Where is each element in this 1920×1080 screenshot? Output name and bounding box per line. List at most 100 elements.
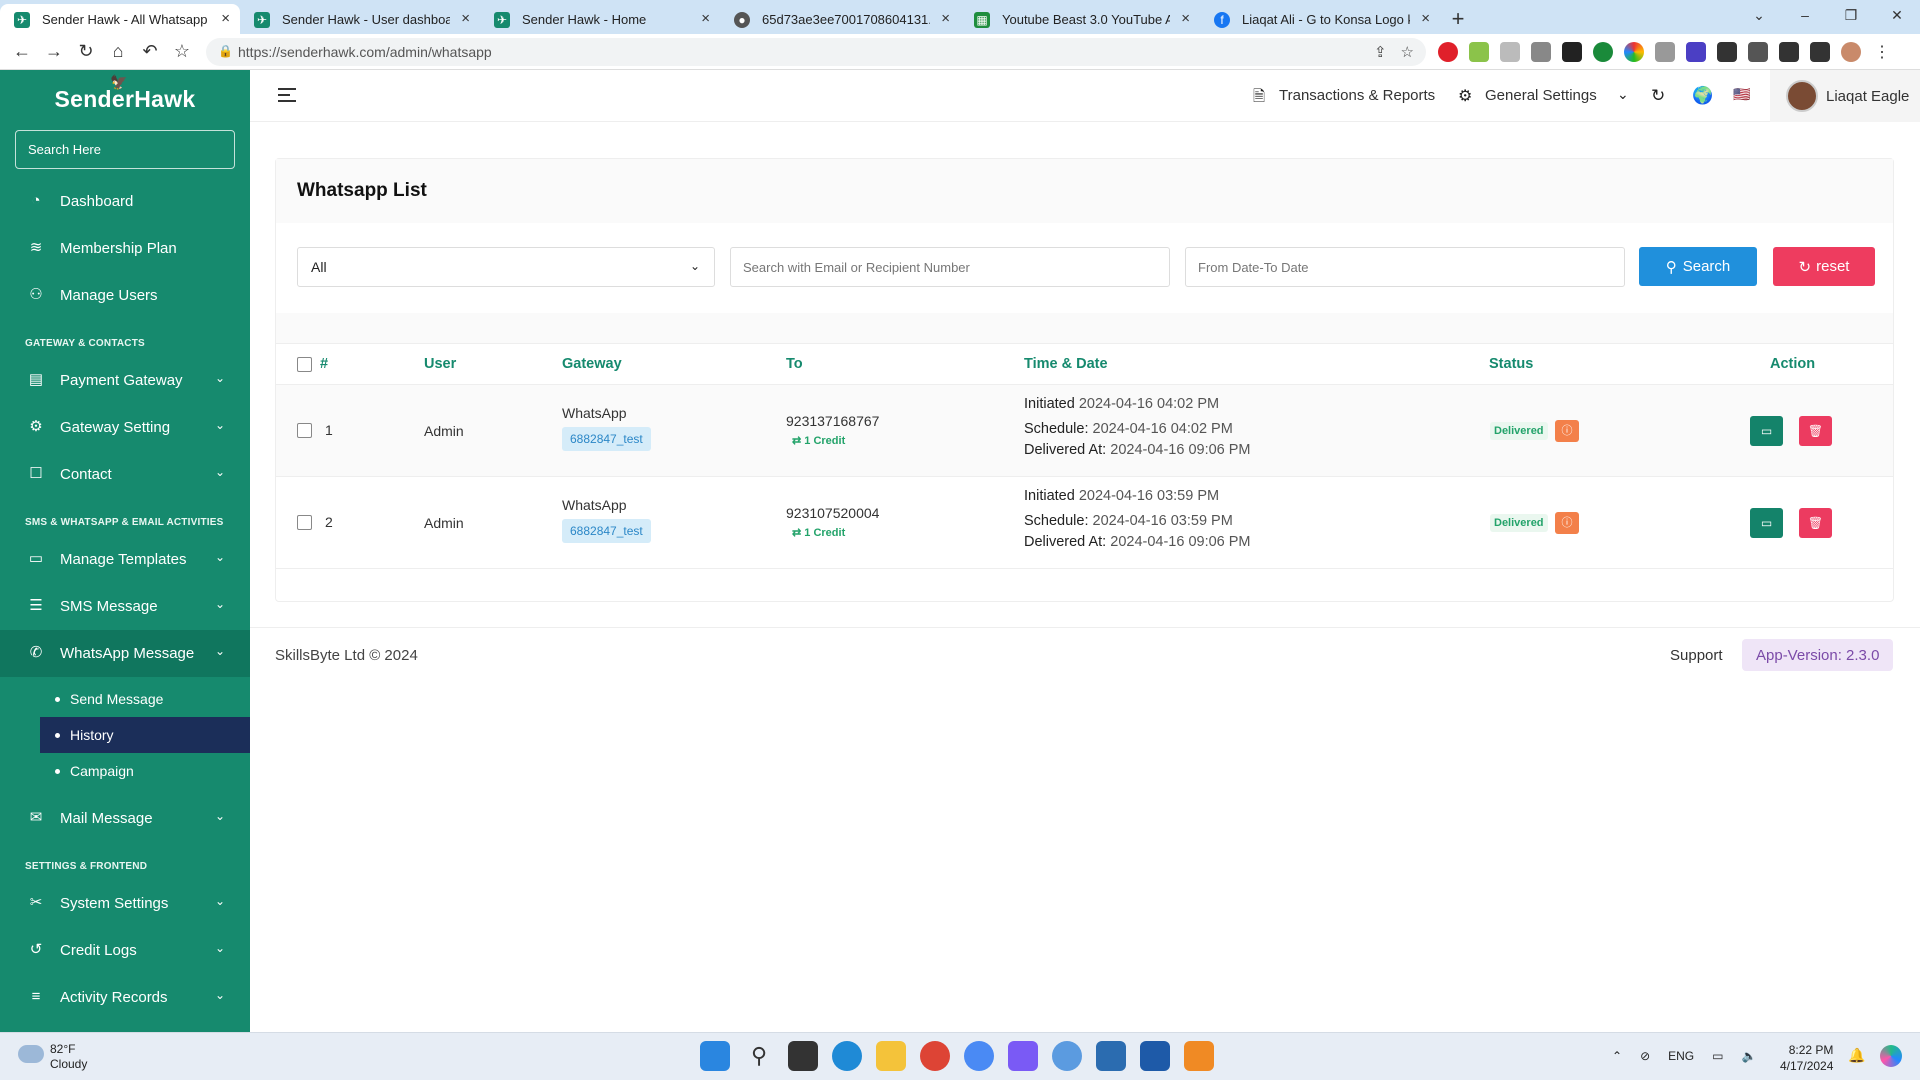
- back-icon[interactable]: ←: [6, 41, 38, 62]
- reload-icon[interactable]: ↻: [70, 41, 102, 62]
- browser-tab[interactable]: ✈ Sender Hawk - User dashboard ×: [240, 4, 480, 34]
- sidebar-item-membership-plan[interactable]: ≋ Membership Plan: [0, 225, 250, 272]
- info-icon[interactable]: ⓘ: [1555, 420, 1579, 442]
- chrome-profile-icon[interactable]: [1052, 1041, 1082, 1071]
- sidebar-item-whatsapp-message[interactable]: ✆ WhatsApp Message ⌄: [0, 630, 250, 677]
- us-flag-icon[interactable]: 🇺🇸: [1733, 86, 1750, 103]
- extension-icon[interactable]: [1562, 42, 1582, 62]
- support-link[interactable]: Support: [1670, 647, 1723, 664]
- color-icon[interactable]: [1624, 42, 1644, 62]
- close-window-icon[interactable]: ✕: [1874, 0, 1920, 34]
- share-icon[interactable]: ⇪: [1374, 43, 1387, 61]
- browser-tab[interactable]: f Liaqat Ali - G to Konsa Logo krai ×: [1200, 4, 1440, 34]
- logo[interactable]: 🦅 SenderHawk: [0, 70, 250, 128]
- browser-tab[interactable]: ✈ Sender Hawk - All Whatsapp Me ×: [0, 4, 240, 34]
- close-icon[interactable]: ×: [701, 10, 710, 27]
- chevron-down-icon[interactable]: ⌄: [1617, 86, 1629, 103]
- speaker-icon[interactable]: 🔈: [1741, 1049, 1756, 1063]
- sidebar-item-sms-message[interactable]: ☰ SMS Message ⌄: [0, 583, 250, 630]
- grammarly-icon[interactable]: [1593, 42, 1613, 62]
- sidebar-item-dashboard[interactable]: ◔ Dashboard: [0, 178, 250, 225]
- sidebar-item-credit-logs[interactable]: ↺ Credit Logs ⌄: [0, 927, 250, 974]
- windows-start-icon[interactable]: [700, 1041, 730, 1071]
- forward-icon[interactable]: →: [38, 41, 70, 62]
- date-range-input[interactable]: From Date-To Date: [1185, 247, 1625, 287]
- row-checkbox[interactable]: [297, 515, 312, 530]
- sidebar-item-system-settings[interactable]: ✂ System Settings ⌄: [0, 880, 250, 927]
- menu-icon[interactable]: ⋮: [1872, 42, 1892, 62]
- task-view-icon[interactable]: [788, 1041, 818, 1071]
- delete-button[interactable]: 🗑: [1799, 416, 1832, 446]
- sidebar-item-manage-templates[interactable]: ▭ Manage Templates ⌄: [0, 536, 250, 583]
- browser-tab[interactable]: ● 65d73ae3ee7001708604131.png ×: [720, 4, 960, 34]
- extension-icon[interactable]: [1469, 42, 1489, 62]
- close-icon[interactable]: ×: [221, 10, 230, 27]
- sidebar-item-contact[interactable]: ☐ Contact ⌄: [0, 451, 250, 498]
- weather-widget[interactable]: 82°F Cloudy: [50, 1042, 87, 1072]
- recorder-icon[interactable]: [1184, 1041, 1214, 1071]
- user-profile[interactable]: Liaqat Eagle: [1770, 70, 1920, 122]
- extension-icon[interactable]: [1500, 42, 1520, 62]
- url-bar[interactable]: 🔒 https://senderhawk.com/admin/whatsapp …: [206, 38, 1426, 66]
- extension-icon[interactable]: [1531, 42, 1551, 62]
- close-icon[interactable]: ×: [941, 10, 950, 27]
- chevron-up-icon[interactable]: ⌃: [1612, 1049, 1622, 1063]
- reset-button[interactable]: ↻ reset: [1773, 247, 1875, 286]
- search-input[interactable]: Search with Email or Recipient Number: [730, 247, 1170, 287]
- sidebar-item-payment-gateway[interactable]: ▤ Payment Gateway ⌄: [0, 357, 250, 404]
- crop-icon[interactable]: [1748, 42, 1768, 62]
- sidebar-item-manage-users[interactable]: ⚇ Manage Users: [0, 272, 250, 319]
- sidebar-subitem-campaign[interactable]: Campaign: [0, 753, 250, 789]
- star-icon[interactable]: ☆: [1401, 43, 1414, 61]
- globe-icon[interactable]: 🌍: [1692, 86, 1713, 106]
- tab-search-icon[interactable]: ⌄: [1736, 0, 1782, 34]
- minimize-icon[interactable]: –: [1782, 0, 1828, 34]
- app-icon[interactable]: [1140, 1041, 1170, 1071]
- extension-icon[interactable]: [1655, 42, 1675, 62]
- row-checkbox[interactable]: [297, 423, 312, 438]
- sidebar-item-gateway-setting[interactable]: ⚙ Gateway Setting ⌄: [0, 404, 250, 451]
- browser-tab[interactable]: ▦ Youtube Beast 3.0 YouTube Auto ×: [960, 4, 1200, 34]
- select-all-checkbox[interactable]: [297, 357, 312, 372]
- sidebar-item-activity-records[interactable]: ≡ Activity Records ⌄: [0, 974, 250, 1021]
- browser-tab[interactable]: ✈ Sender Hawk - Home ×: [480, 4, 720, 34]
- search-icon[interactable]: ⚲: [744, 1041, 774, 1071]
- new-tab-button[interactable]: +: [1440, 4, 1476, 34]
- sidepanel-icon[interactable]: [1810, 42, 1830, 62]
- app-icon[interactable]: [1008, 1041, 1038, 1071]
- delete-button[interactable]: 🗑: [1799, 508, 1832, 538]
- copilot-icon[interactable]: [1880, 1045, 1902, 1067]
- notepad-icon[interactable]: [1096, 1041, 1126, 1071]
- status-filter-select[interactable]: All ⌄: [297, 247, 715, 287]
- sidebar-subitem-send-message[interactable]: Send Message: [0, 681, 250, 717]
- info-icon[interactable]: ⓘ: [1555, 512, 1579, 534]
- profile-avatar-icon[interactable]: [1841, 42, 1861, 62]
- cloud-icon[interactable]: [18, 1045, 44, 1063]
- view-button[interactable]: ▭: [1750, 508, 1783, 538]
- close-icon[interactable]: ×: [461, 10, 470, 27]
- undo-icon[interactable]: ↶: [134, 41, 166, 62]
- general-settings-link[interactable]: General Settings: [1485, 87, 1597, 104]
- refresh-icon[interactable]: ↻: [1651, 86, 1665, 106]
- chrome-alt-icon[interactable]: [964, 1041, 994, 1071]
- menu-toggle-icon[interactable]: [278, 88, 296, 102]
- extension-icon[interactable]: [1686, 42, 1706, 62]
- chrome-icon[interactable]: [920, 1041, 950, 1071]
- transactions-reports-link[interactable]: Transactions & Reports: [1279, 87, 1435, 104]
- sidebar-search-input[interactable]: Search Here: [15, 130, 235, 169]
- close-icon[interactable]: ×: [1181, 10, 1190, 27]
- edge-icon[interactable]: [832, 1041, 862, 1071]
- view-button[interactable]: ▭: [1750, 416, 1783, 446]
- notification-icon[interactable]: 🔔: [1848, 1047, 1865, 1064]
- close-icon[interactable]: ×: [1421, 10, 1430, 27]
- download-icon[interactable]: [1779, 42, 1799, 62]
- extension-icon[interactable]: [1717, 42, 1737, 62]
- sidebar-item-mail-message[interactable]: ✉ Mail Message ⌄: [0, 795, 250, 842]
- opera-icon[interactable]: [1438, 42, 1458, 62]
- network-off-icon[interactable]: ⊘: [1640, 1049, 1650, 1063]
- home-icon[interactable]: ⌂: [102, 41, 134, 62]
- maximize-icon[interactable]: ❐: [1828, 0, 1874, 34]
- language-indicator[interactable]: ENG: [1668, 1049, 1694, 1063]
- search-button[interactable]: ⚲ Search: [1639, 247, 1757, 286]
- sidebar-subitem-history[interactable]: History: [40, 717, 250, 753]
